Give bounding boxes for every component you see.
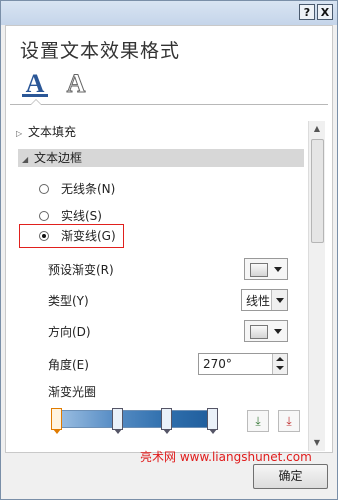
scroll-thumb[interactable] <box>311 139 324 243</box>
pane-title: 设置文本效果格式 <box>20 40 181 62</box>
format-text-effects-dialog: ? X 设置文本效果格式 A A ▷ 文本填充 ◢ 文本边框 无线条(N) 实线(S… <box>0 0 338 500</box>
gradient-stop-handle[interactable] <box>207 408 218 434</box>
radio-label: 实线(S) <box>61 209 102 223</box>
type-label: 类型(Y) <box>48 294 89 308</box>
help-button[interactable]: ? <box>299 4 315 20</box>
tab-selected-underline <box>22 94 48 97</box>
angle-value: 270° <box>203 357 232 371</box>
gradient-stop-handle[interactable] <box>161 408 172 434</box>
angle-label: 角度(E) <box>48 358 89 372</box>
direction-dropdown[interactable] <box>244 320 288 342</box>
expand-arrow-icon: ▷ <box>16 129 23 138</box>
text-effects-icon[interactable]: A <box>63 69 89 100</box>
dropdown-arrow-icon <box>274 329 282 334</box>
gradient-stop-handle[interactable] <box>51 408 62 434</box>
title-bar: ? X <box>1 1 337 25</box>
spin-down-icon[interactable] <box>276 366 284 370</box>
scroll-up-icon[interactable]: ▲ <box>309 121 325 137</box>
add-gradient-stop-icon[interactable]: ⤓ <box>247 410 269 432</box>
type-value: 线性 <box>246 294 271 308</box>
gradient-swatch-icon <box>250 263 268 277</box>
gradient-stops-label: 渐变光圈 <box>48 385 97 399</box>
watermark-text: 亮术网 www.liangshunet.com <box>140 450 312 464</box>
dropdown-arrow-icon <box>274 267 282 272</box>
preset-gradient-dropdown[interactable] <box>244 258 288 280</box>
direction-swatch-icon <box>250 325 268 339</box>
radio-circle-selected[interactable] <box>39 231 49 241</box>
tab-divider <box>10 104 328 105</box>
section-text-fill[interactable]: ▷ 文本填充 <box>16 123 76 141</box>
close-button[interactable]: X <box>317 4 333 20</box>
spinner-buttons[interactable] <box>272 354 287 374</box>
radio-circle[interactable] <box>39 184 49 194</box>
collapse-arrow-icon: ◢ <box>22 155 29 164</box>
gradient-stops-bar[interactable] <box>55 410 214 428</box>
options-content: ▷ 文本填充 ◢ 文本边框 无线条(N) 实线(S) 渐变线(G) 预设渐变(R) <box>6 121 306 454</box>
radio-circle[interactable] <box>39 211 49 221</box>
radio-label: 渐变线(G) <box>61 229 116 243</box>
angle-spinner[interactable]: 270° <box>198 353 288 375</box>
spin-up-icon[interactable] <box>276 357 284 361</box>
format-pane: 设置文本效果格式 A A ▷文本填充 ◢文本边框 无线条(N) 实线(S) <box>5 25 333 453</box>
section-label: 文本边框 <box>34 151 83 165</box>
direction-label: 方向(D) <box>48 325 91 339</box>
preset-gradient-label: 预设渐变(R) <box>48 263 114 277</box>
radio-label: 无线条(N) <box>61 182 116 196</box>
ok-button[interactable]: 确定 <box>253 464 328 489</box>
gradient-stop-handle[interactable] <box>112 408 123 434</box>
section-label: 文本填充 <box>28 125 77 139</box>
remove-gradient-stop-icon[interactable]: ⤓ <box>278 410 300 432</box>
type-select[interactable]: 线性 <box>241 289 288 311</box>
section-text-border[interactable]: ◢ 文本边框 <box>18 149 304 167</box>
dropdown-arrow-icon <box>271 290 287 310</box>
vertical-scrollbar[interactable]: ▲ ▼ <box>308 121 325 451</box>
dialog-footer: 亮术网 www.liangshunet.com 确定 <box>1 450 337 499</box>
